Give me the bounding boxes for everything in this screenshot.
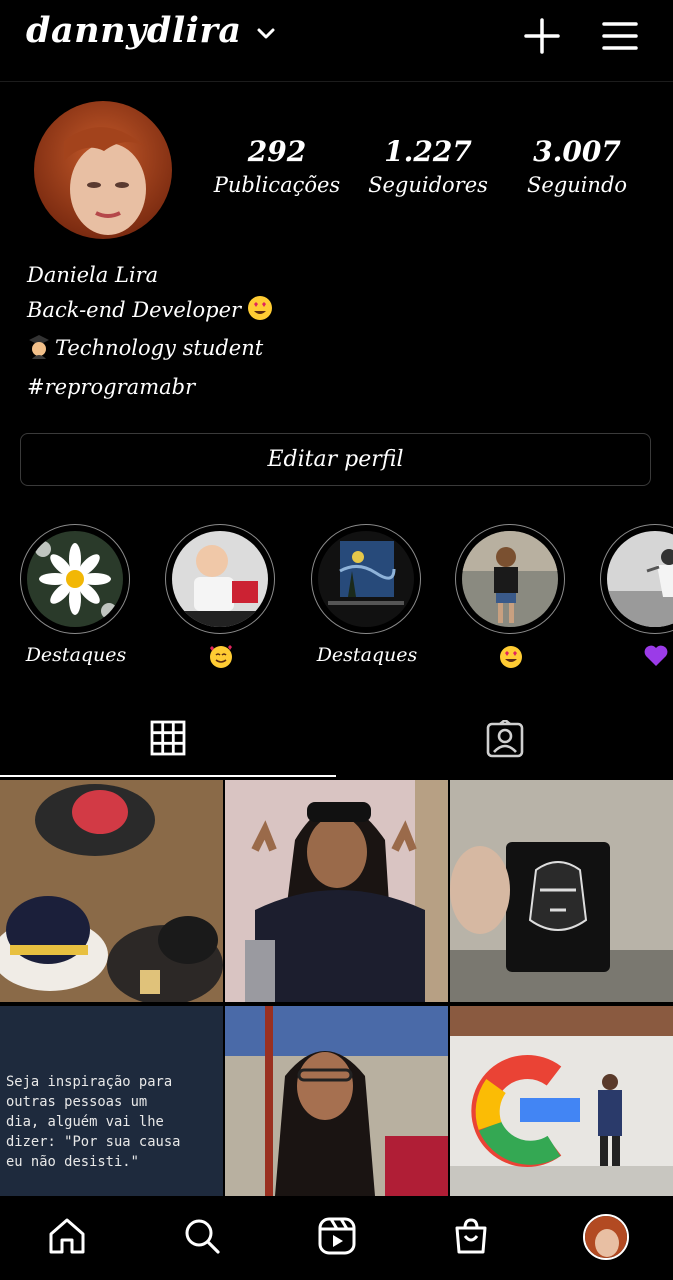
smiling-face-with-hearts-emoji-icon <box>210 645 232 668</box>
purple-heart-emoji-icon <box>644 645 668 666</box>
edit-profile-button[interactable]: Editar perfil <box>20 433 651 486</box>
graduate-emoji-icon <box>27 333 51 370</box>
bio-line-1: Back-end Developer <box>27 293 627 332</box>
stat-posts-label: Publicações <box>213 173 341 197</box>
post-girl-glasses[interactable] <box>225 1006 448 1196</box>
stat-following[interactable]: 3.007 Seguindo <box>507 134 647 200</box>
menu-icon[interactable] <box>600 18 640 54</box>
bw-photo <box>607 531 673 627</box>
chevron-down-icon[interactable] <box>256 24 276 48</box>
highlight-5-label <box>600 644 673 673</box>
header-divider <box>0 81 673 82</box>
tagged-person-icon[interactable] <box>486 718 524 762</box>
bio-line-2-text: Technology student <box>55 336 264 360</box>
bio-line-2: Technology student <box>27 331 627 370</box>
stat-followers-label: Seguidores <box>368 173 488 197</box>
profile-avatar[interactable] <box>34 101 172 239</box>
post-google-office[interactable] <box>450 1006 673 1196</box>
heart-eyes-emoji-icon <box>247 295 273 332</box>
post-darth-vader-mug[interactable] <box>450 780 673 1002</box>
highlight-2-label <box>165 644 277 675</box>
baby-photo <box>172 531 268 627</box>
shop-icon[interactable] <box>451 1216 491 1256</box>
stat-followers[interactable]: 1.227 Seguidores <box>358 134 498 200</box>
search-icon[interactable] <box>182 1216 222 1256</box>
username-title[interactable]: dannydlira <box>26 10 242 51</box>
highlight-3[interactable]: Destaques <box>311 524 423 666</box>
highlight-1-label: Destaques <box>25 644 127 666</box>
bio-hashtag[interactable]: #reprogramabr <box>27 370 627 405</box>
highlight-4[interactable] <box>455 524 567 675</box>
bio-line-1-text: Back-end Developer <box>27 297 242 322</box>
heart-eyes-emoji-icon <box>500 646 522 668</box>
highlight-3-label: Destaques <box>316 644 418 666</box>
profile-avatar-nav[interactable] <box>583 1214 629 1260</box>
post-burgers[interactable] <box>0 780 223 1002</box>
highlight-5[interactable] <box>600 524 673 673</box>
grid-icon[interactable] <box>150 720 186 760</box>
starry-night-photo <box>318 531 414 627</box>
post-quote[interactable]: Seja inspiração para outras pessoas um d… <box>0 1006 223 1196</box>
highlight-2[interactable] <box>165 524 277 675</box>
stat-following-value: 3.007 <box>533 135 621 168</box>
plus-icon[interactable] <box>522 16 562 56</box>
stat-posts-value: 292 <box>247 135 307 168</box>
reels-icon[interactable] <box>317 1216 357 1256</box>
daisy-photo <box>27 531 123 627</box>
active-tab-indicator <box>0 775 336 777</box>
stat-posts[interactable]: 292 Publicações <box>207 134 347 200</box>
girl-photo <box>462 531 558 627</box>
highlight-1[interactable]: Destaques <box>20 524 132 666</box>
profile-bio: Daniela Lira Back-end Developer Technolo… <box>27 258 627 404</box>
bio-name: Daniela Lira <box>27 263 159 287</box>
home-icon[interactable] <box>47 1216 87 1256</box>
highlight-4-label <box>455 644 567 675</box>
stat-following-label: Seguindo <box>526 173 628 197</box>
stat-followers-value: 1.227 <box>384 135 472 168</box>
post-girl-now-united[interactable] <box>225 780 448 1002</box>
